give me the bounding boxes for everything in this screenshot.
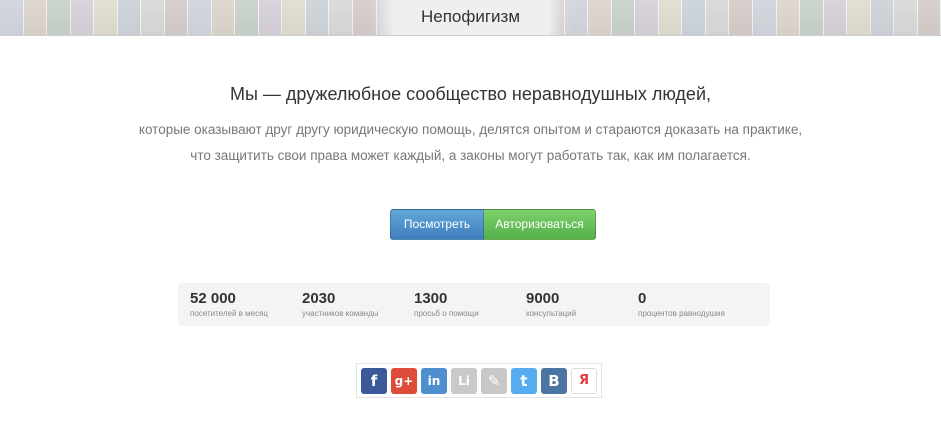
stat-value: 9000 [526,290,560,307]
action-buttons: Посмотреть Авторизоваться [390,209,596,240]
page-headline: Мы — дружелюбное сообщество неравнодушны… [229,84,712,104]
pen-icon[interactable]: ✎ [481,368,507,394]
login-button[interactable]: Авторизоваться [484,209,596,240]
stat-value: 2030 [302,290,336,307]
twitter-icon[interactable]: t [511,368,537,394]
stat-value: 52 000 [190,290,236,307]
facebook-icon[interactable]: f [361,368,387,394]
stat-value: 0 [638,290,647,307]
linkedin-icon[interactable]: in [421,368,447,394]
stat-requests: 1300 просьб о помощи [414,291,479,319]
share-bar: f g+ in Li ✎ t В Я [356,363,602,398]
yandex-icon[interactable]: Я [571,368,597,394]
stat-indifference: 0 процентов равнодушия [638,291,725,319]
site-title[interactable]: Непофигизм [0,7,941,27]
stats-panel: 52 000 посетителей в месяц 2030 участник… [178,283,770,326]
stat-value: 1300 [414,290,448,307]
stat-consultations: 9000 консультаций [526,291,576,319]
stat-visitors: 52 000 посетителей в месяц [190,291,268,319]
description-line-1: которые оказывают друг другу юридическую… [138,122,803,137]
stat-label: просьб о помощи [414,309,479,318]
share-icons: f g+ in Li ✎ t В Я [361,368,597,394]
description-line-2: что защитить свои права может каждый, а … [190,148,751,163]
stat-label: посетителей в месяц [190,309,268,318]
google-plus-icon[interactable]: g+ [391,368,417,394]
stat-label: консультаций [526,309,577,318]
vkontakte-icon[interactable]: В [541,368,567,394]
stat-team: 2030 участников команды [302,291,379,319]
stat-label: процентов равнодушия [638,309,725,318]
view-button[interactable]: Посмотреть [390,209,484,240]
livejournal-icon[interactable]: Li [451,368,477,394]
stat-label: участников команды [302,309,379,318]
header-bar: Непофигизм [0,0,941,36]
